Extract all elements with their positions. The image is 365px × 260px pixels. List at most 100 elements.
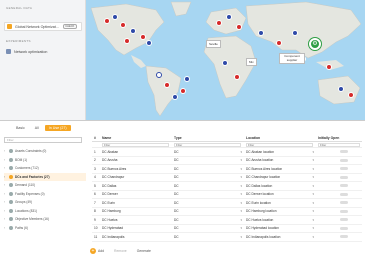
initially-open-toggle[interactable] xyxy=(340,158,348,162)
chevron-down-icon[interactable]: ▾ xyxy=(312,192,314,196)
filter-name-input[interactable] xyxy=(102,142,169,147)
row-type[interactable]: DC ▾ xyxy=(172,218,244,222)
initially-open-toggle[interactable] xyxy=(340,209,348,213)
row-location[interactable]: DC Abakan location ▾ xyxy=(244,150,316,154)
row-name[interactable]: DC Arusha xyxy=(100,158,172,162)
row-type[interactable]: DC ▾ xyxy=(172,201,244,205)
row-location[interactable]: DC Denver location ▾ xyxy=(244,192,316,196)
chevron-down-icon[interactable]: ▾ xyxy=(312,209,314,213)
map-pin[interactable] xyxy=(338,86,344,92)
generate-button[interactable]: Generate xyxy=(137,249,151,253)
chevron-down-icon[interactable]: ▾ xyxy=(240,175,242,179)
map-pin[interactable] xyxy=(164,82,170,88)
row-type[interactable]: DC ▾ xyxy=(172,235,244,239)
row-initially-open[interactable] xyxy=(316,226,362,230)
table-row[interactable]: 1 DC Abakan DC ▾ DC Abakan location ▾ xyxy=(92,148,362,157)
row-name[interactable]: DC Hyderabad xyxy=(100,226,172,230)
map-pin[interactable] xyxy=(112,14,118,20)
chevron-down-icon[interactable]: ▾ xyxy=(240,226,242,230)
row-location[interactable]: DC Eurin location ▾ xyxy=(244,201,316,205)
row-name[interactable]: DC Dallas xyxy=(100,184,172,188)
map-pin[interactable] xyxy=(184,76,190,82)
col-location[interactable]: Location xyxy=(244,136,316,140)
initially-open-toggle[interactable] xyxy=(340,235,348,239)
table-row[interactable]: 9 DC Huelva DC ▾ DC Huelva location ▾ xyxy=(92,216,362,225)
map-pin[interactable] xyxy=(180,88,186,94)
initially-open-toggle[interactable] xyxy=(340,167,348,171)
sidebar-item-global-network[interactable]: Global Network Optimizat... CHECK xyxy=(4,22,82,31)
filter-open-input[interactable] xyxy=(318,142,360,147)
table-list-item-active[interactable]: › DCs and Factories (27) xyxy=(4,172,86,181)
chevron-down-icon[interactable]: ▾ xyxy=(240,201,242,205)
table-list-item[interactable]: › Assets Constraints (0) xyxy=(4,147,86,156)
initially-open-toggle[interactable] xyxy=(340,175,348,179)
row-type[interactable]: DC ▾ xyxy=(172,175,244,179)
row-name[interactable]: DC Chandrapur xyxy=(100,175,172,179)
col-name[interactable]: Name xyxy=(100,136,172,140)
supplier-icon[interactable]: ⚙ xyxy=(309,38,321,50)
chevron-down-icon[interactable]: ▾ xyxy=(240,158,242,162)
col-initially-open[interactable]: Initially Open xyxy=(316,136,362,140)
table-row[interactable]: 10 DC Hyderabad DC ▾ DC Hyderabad location ▾ xyxy=(92,225,362,233)
row-name[interactable]: DC Denver xyxy=(100,192,172,196)
map-pin[interactable] xyxy=(172,94,178,100)
map-pin[interactable] xyxy=(236,24,242,30)
col-type[interactable]: Type xyxy=(172,136,244,140)
row-initially-open[interactable] xyxy=(316,158,362,162)
initially-open-toggle[interactable] xyxy=(340,192,348,196)
row-initially-open[interactable] xyxy=(316,184,362,188)
row-initially-open[interactable] xyxy=(316,201,362,205)
row-location[interactable]: DC Huelva location ▾ xyxy=(244,218,316,222)
chevron-down-icon[interactable]: ▾ xyxy=(240,167,242,171)
chevron-down-icon[interactable]: ▾ xyxy=(240,218,242,222)
chevron-down-icon[interactable]: ▾ xyxy=(312,150,314,154)
table-list-item[interactable]: › Facility Expenses (0) xyxy=(4,190,86,199)
initially-open-toggle[interactable] xyxy=(340,150,348,154)
initially-open-toggle[interactable] xyxy=(340,226,348,230)
filter-type-input[interactable] xyxy=(174,142,241,147)
table-list-item[interactable]: › Paths (6) xyxy=(4,224,86,233)
chevron-down-icon[interactable]: ▾ xyxy=(312,167,314,171)
table-row[interactable]: 6 DC Denver DC ▾ DC Denver location ▾ xyxy=(92,191,362,199)
add-button[interactable]: + Add xyxy=(90,248,104,254)
row-location[interactable]: DC Hyderabad location ▾ xyxy=(244,226,316,230)
row-type[interactable]: DC ▾ xyxy=(172,209,244,213)
map-pin[interactable] xyxy=(104,18,110,24)
row-type[interactable]: DC ▾ xyxy=(172,226,244,230)
tab-basic[interactable]: Basic xyxy=(12,125,29,131)
table-row[interactable]: 2 DC Arusha DC ▾ DC Arusha location ▾ xyxy=(92,157,362,165)
map-pin[interactable] xyxy=(276,40,282,46)
table-row[interactable]: 4 DC Chandrapur DC ▾ DC Chandrapur location ▾ xyxy=(92,174,362,182)
map-pin[interactable] xyxy=(216,20,222,26)
map-pin[interactable] xyxy=(124,38,130,44)
table-row[interactable]: 5 DC Dallas DC ▾ DC Dallas location ▾ xyxy=(92,182,362,191)
chevron-down-icon[interactable]: ▾ xyxy=(240,209,242,213)
row-initially-open[interactable] xyxy=(316,218,362,222)
map-pin[interactable] xyxy=(292,30,298,36)
map-pin[interactable] xyxy=(156,72,162,78)
map-pin[interactable] xyxy=(226,14,232,20)
chevron-down-icon[interactable]: ▾ xyxy=(312,218,314,222)
table-row[interactable]: 3 DC Buenos Aires DC ▾ DC Buenos Aires locat… xyxy=(92,165,362,174)
table-row[interactable]: 7 DC Eurin DC ▾ DC Eurin location ▾ xyxy=(92,199,362,208)
row-name[interactable]: DC Indianapolis xyxy=(100,235,172,239)
chevron-down-icon[interactable]: ▾ xyxy=(240,150,242,154)
map-pin[interactable] xyxy=(146,40,152,46)
table-list-item[interactable]: › Customers (712) xyxy=(4,164,86,173)
table-list-item[interactable]: › Demand (110) xyxy=(4,181,86,190)
row-type[interactable]: DC ▾ xyxy=(172,184,244,188)
table-list-item[interactable]: › BOM (1) xyxy=(4,156,86,165)
sidebar-item-network-optimization[interactable]: Network optimization xyxy=(4,47,82,56)
chevron-down-icon[interactable]: ▾ xyxy=(240,235,242,239)
row-location[interactable]: DC Hamburg location ▾ xyxy=(244,209,316,213)
row-initially-open[interactable] xyxy=(316,167,362,171)
map-pin[interactable] xyxy=(140,34,146,40)
initially-open-toggle[interactable] xyxy=(340,184,348,188)
row-type[interactable]: DC ▾ xyxy=(172,158,244,162)
table-search-input[interactable]: Filter xyxy=(4,137,82,143)
table-list-item[interactable]: › Groups (49) xyxy=(4,198,86,207)
filter-location-input[interactable] xyxy=(246,142,313,147)
map-pin[interactable] xyxy=(258,30,264,36)
chevron-down-icon[interactable]: ▾ xyxy=(312,201,314,205)
row-name[interactable]: DC Abakan xyxy=(100,150,172,154)
